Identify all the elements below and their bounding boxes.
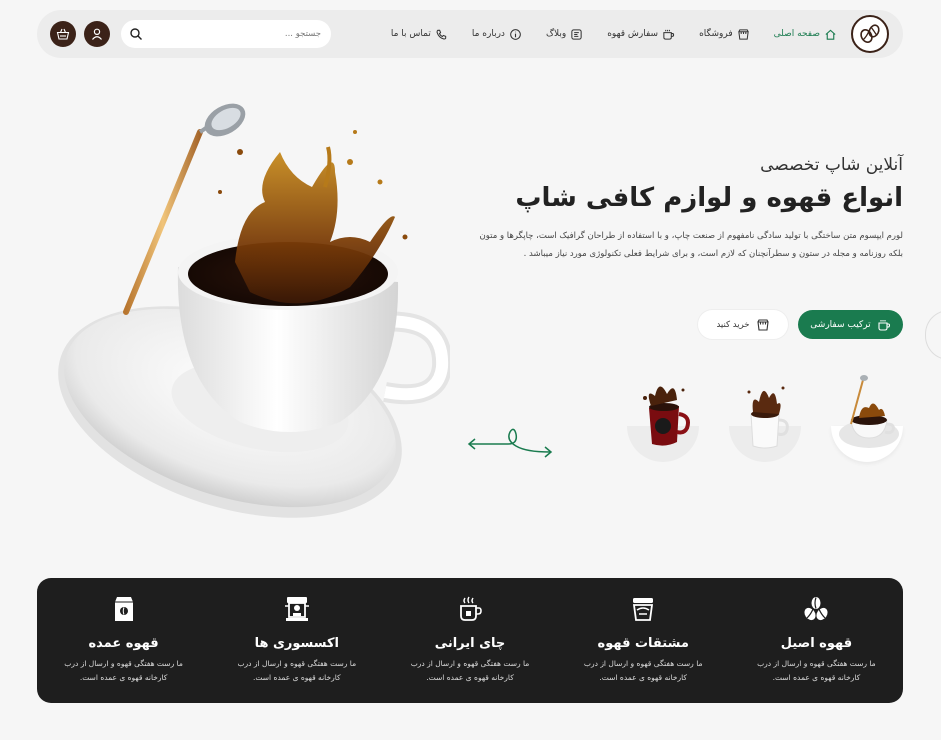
feature-item[interactable]: اکسسوری ها ما رست هفتگی قهوه و ارسال از …: [210, 578, 383, 703]
side-scroll-handle[interactable]: [925, 310, 941, 360]
coffee-cup-icon: [663, 29, 675, 40]
custom-order-button[interactable]: ترکیب سفارشی: [798, 310, 903, 339]
feature-item[interactable]: چای ایرانی ما رست هفتگی قهوه و ارسال از …: [383, 578, 556, 703]
custom-order-label: ترکیب سفارشی: [810, 319, 871, 330]
coffee-bean-logo-icon: [860, 24, 880, 43]
nav-order-coffee[interactable]: سفارش قهوه: [607, 28, 675, 41]
thumbnail-red-mug[interactable]: [627, 372, 699, 462]
feature-title: مشتقات قهوه: [597, 636, 689, 651]
main-nav: صفحه اصلی فروشگاه سفارش قهوه وبلاگ دربار…: [391, 10, 837, 58]
carousel-arrows-icon[interactable]: [466, 424, 554, 464]
coffee-splash-hero-image: [58, 103, 450, 518]
nav-label: فروشگاه: [699, 29, 733, 39]
nav-home[interactable]: صفحه اصلی: [774, 28, 837, 41]
feature-title: قهوه اصیل: [780, 636, 853, 651]
hero-title: انواع قهوه و لوازم کافی شاپ: [515, 183, 903, 213]
nav-shop[interactable]: فروشگاه: [699, 28, 750, 41]
search-box: [121, 20, 331, 48]
info-icon: [510, 28, 521, 40]
feature-description: ما رست هفتگی قهوه و ارسال از درب کارخانه…: [237, 659, 357, 682]
cup-saucer-thumbnail-image: [839, 375, 899, 448]
nav-contact[interactable]: تماس با ما: [391, 28, 448, 41]
shop-icon: [756, 318, 769, 331]
coffee-machine-icon: [284, 597, 309, 621]
search-icon[interactable]: [129, 27, 143, 41]
buy-label: خرید کنید: [716, 319, 750, 330]
hero-description: لورم ایپسوم متن ساختگی با تولید سادگی نا…: [479, 231, 903, 259]
feature-item[interactable]: قهوه عمده ما رست هفتگی قهوه و ارسال از د…: [37, 578, 210, 703]
nav-blog[interactable]: وبلاگ: [546, 28, 583, 41]
red-mug-thumbnail-image: [643, 386, 690, 446]
nav-label: وبلاگ: [545, 29, 567, 39]
hero-subtitle: آنلاین شاپ تخصصی: [760, 155, 903, 175]
white-mug-thumbnail-image: [747, 386, 789, 449]
nav-about[interactable]: درباره ما: [472, 28, 522, 41]
brand-logo[interactable]: [851, 15, 889, 53]
feature-description: ما رست هفتگی قهوه و ارسال از درب کارخانه…: [583, 659, 703, 682]
feature-title: قهوه عمده: [88, 636, 159, 651]
home-icon: [825, 29, 836, 40]
thumbnail-cup-saucer[interactable]: [831, 372, 903, 462]
shop-icon: [737, 28, 749, 40]
feature-description: ما رست هفتگی قهوه و ارسال از درب کارخانه…: [64, 659, 183, 682]
nav-label: درباره ما: [471, 29, 505, 39]
hero-text-block: آنلاین شاپ تخصصی انواع قهوه و لوازم کافی…: [463, 155, 903, 263]
cart-button[interactable]: [50, 21, 76, 47]
feature-description: ما رست هفتگی قهوه و ارسال از درب کارخانه…: [410, 659, 530, 682]
search-input[interactable]: [161, 26, 321, 42]
feature-description: ما رست هفتگی قهوه و ارسال از درب کارخانه…: [757, 659, 876, 682]
tea-cup-icon: [460, 596, 482, 621]
basket-icon: [56, 28, 70, 40]
buy-button[interactable]: خرید کنید: [698, 310, 788, 339]
features-panel: قهوه اصیل ما رست هفتگی قهوه و ارسال از د…: [37, 578, 903, 703]
hero-thumbnails: [627, 372, 903, 462]
feature-title: اکسسوری ها: [254, 636, 340, 651]
feature-item[interactable]: قهوه اصیل ما رست هفتگی قهوه و ارسال از د…: [730, 578, 903, 703]
phone-icon: [436, 29, 447, 39]
latte-cup-icon: [633, 598, 654, 621]
user-icon: [92, 28, 102, 40]
nav-label: تماس با ما: [390, 29, 431, 39]
user-button[interactable]: [84, 21, 110, 47]
nav-label: صفحه اصلی: [773, 29, 820, 39]
feature-item[interactable]: مشتقات قهوه ما رست هفتگی قهوه و ارسال از…: [557, 578, 730, 703]
nav-label: سفارش قهوه: [607, 29, 659, 39]
coffee-cup-icon: [878, 319, 890, 331]
blog-icon: [571, 28, 582, 40]
thumbnail-white-mug[interactable]: [729, 372, 801, 462]
coffee-bag-icon: [114, 597, 133, 621]
top-navbar: صفحه اصلی فروشگاه سفارش قهوه وبلاگ دربار…: [37, 10, 903, 58]
feature-title: چای ایرانی: [434, 636, 506, 651]
coffee-beans-icon: [804, 597, 828, 621]
